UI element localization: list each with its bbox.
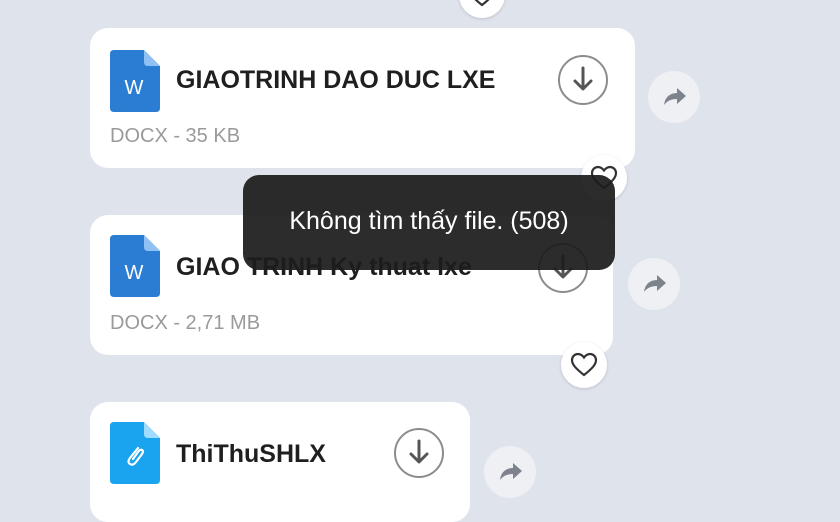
file-message-card[interactable]: ThiThuSHLX bbox=[90, 402, 470, 522]
svg-text:W: W bbox=[125, 262, 144, 284]
download-icon bbox=[409, 439, 429, 464]
heart-icon bbox=[570, 352, 598, 377]
download-button[interactable] bbox=[394, 428, 444, 478]
error-toast: Không tìm thấy file. (508) bbox=[243, 175, 615, 270]
attachment-file-icon bbox=[110, 422, 160, 484]
file-meta: DOCX - 35 KB bbox=[110, 125, 241, 147]
file-name: GIAOTRINH DAO DUC LXE bbox=[176, 66, 496, 94]
download-button[interactable] bbox=[558, 55, 608, 105]
file-meta: DOCX - 2,71 MB bbox=[110, 312, 261, 334]
toast-message: Không tìm thấy file. (508) bbox=[289, 207, 569, 235]
file-name: ThiThuSHLX bbox=[176, 440, 326, 468]
share-button[interactable] bbox=[648, 71, 700, 123]
share-arrow-icon bbox=[644, 275, 666, 292]
heart-icon bbox=[474, 0, 490, 7]
share-button[interactable] bbox=[484, 446, 536, 498]
reaction-heart-button[interactable] bbox=[561, 342, 607, 388]
file-message-card[interactable]: W GIAOTRINH DAO DUC LXE DOCX - 35 KB bbox=[90, 28, 635, 168]
download-icon bbox=[573, 66, 593, 91]
word-doc-icon: W bbox=[110, 50, 160, 112]
word-doc-icon: W bbox=[110, 235, 160, 297]
share-arrow-icon bbox=[500, 463, 522, 480]
svg-text:W: W bbox=[125, 77, 144, 99]
share-arrow-icon bbox=[664, 88, 686, 105]
reaction-heart-button-top[interactable] bbox=[459, 0, 505, 18]
share-button[interactable] bbox=[628, 258, 680, 310]
